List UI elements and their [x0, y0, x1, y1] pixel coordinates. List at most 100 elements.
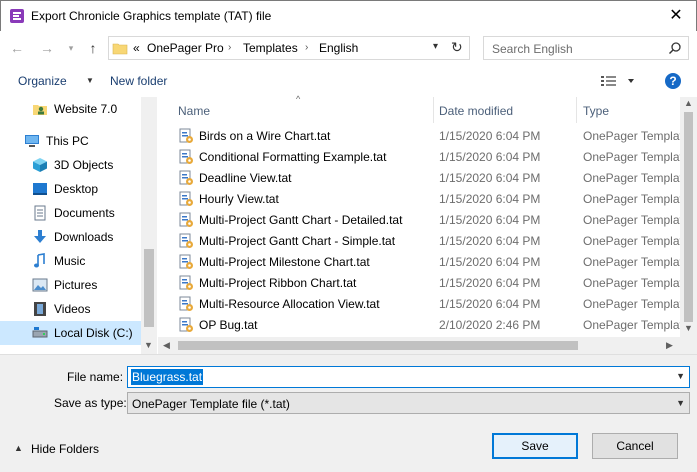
chevron-down-icon[interactable]: ▾ — [433, 41, 438, 52]
file-name: Multi-Project Ribbon Chart.tat — [199, 276, 357, 290]
file-name: Multi-Project Milestone Chart.tat — [199, 255, 370, 269]
refresh-icon[interactable]: ↻ — [451, 39, 463, 56]
close-icon[interactable]: ✕ — [666, 6, 686, 26]
file-name: Multi-Project Gantt Chart - Detailed.tat — [199, 213, 403, 227]
vertical-scrollbar[interactable]: ▲ ▼ — [680, 97, 697, 337]
file-date: 1/15/2020 6:04 PM — [439, 234, 541, 248]
scroll-up-icon[interactable]: ▲ — [684, 98, 693, 108]
breadcrumb-english[interactable]: English — [319, 41, 358, 55]
column-header-type[interactable]: Type — [577, 97, 680, 123]
save-button[interactable]: Save — [492, 433, 578, 459]
file-name: Conditional Formatting Example.tat — [199, 150, 387, 164]
file-type: OnePager Template — [583, 192, 680, 206]
file-date: 1/15/2020 6:04 PM — [439, 276, 541, 290]
save-type-select[interactable]: OnePager Template file (*.tat) ▼ — [127, 392, 690, 414]
cancel-button[interactable]: Cancel — [592, 433, 678, 459]
nav-item-this-pc[interactable]: This PC — [0, 129, 143, 153]
column-header-date[interactable]: Date modified — [434, 97, 576, 123]
file-row[interactable]: Deadline View.tat 1/15/2020 6:04 PM OnePag… — [158, 167, 680, 188]
horizontal-scrollbar[interactable]: ◀ ▶ — [158, 337, 680, 354]
nav-item-local-disk[interactable]: Local Disk (C:) — [0, 321, 143, 345]
chevron-down-icon[interactable]: ▼ — [86, 76, 94, 85]
scroll-down-icon[interactable]: ▼ — [684, 323, 693, 333]
file-date: 1/15/2020 6:04 PM — [439, 129, 541, 143]
window-title: Export Chronicle Graphics template (TAT)… — [31, 9, 272, 23]
save-type-label: Save as type: — [54, 396, 127, 410]
folder-icon — [112, 43, 128, 55]
search-input[interactable]: Search English — [492, 42, 573, 56]
film-icon — [34, 302, 46, 316]
file-row[interactable]: Hourly View.tat 1/15/2020 6:04 PM OnePager… — [158, 188, 680, 209]
documents-icon — [34, 205, 46, 221]
horizontal-scroll-thumb[interactable] — [178, 341, 578, 350]
nav-item-pictures[interactable]: Pictures — [0, 273, 143, 297]
file-row[interactable]: Multi-Project Ribbon Chart.tat 1/15/2020 … — [158, 272, 680, 293]
file-row[interactable]: Multi-Resource Allocation View.tat 1/15/2… — [158, 293, 680, 314]
breadcrumb-separator-icon[interactable]: › — [305, 42, 308, 53]
file-row[interactable]: Multi-Project Milestone Chart.tat 1/15/20… — [158, 251, 680, 272]
breadcrumb-separator-icon[interactable]: › — [228, 42, 231, 53]
file-type: OnePager Template — [583, 297, 680, 311]
command-bar: Organize ▼ New folder ? — [0, 65, 697, 97]
file-date: 1/15/2020 6:04 PM — [439, 213, 541, 227]
file-date: 1/15/2020 6:04 PM — [439, 297, 541, 311]
column-header-name[interactable]: Name — [158, 97, 433, 123]
file-date: 1/15/2020 6:04 PM — [439, 150, 541, 164]
back-arrow-icon[interactable]: ← — [8, 39, 26, 57]
chevron-down-icon[interactable]: ▼ — [676, 371, 685, 381]
forward-arrow-icon[interactable]: → — [38, 39, 56, 57]
file-row[interactable]: Conditional Formatting Example.tat 1/15/2… — [158, 146, 680, 167]
file-row[interactable]: Multi-Project Gantt Chart - Detailed.tat… — [158, 209, 680, 230]
nav-item-documents[interactable]: Documents — [0, 201, 143, 225]
tat-file-icon — [179, 233, 193, 248]
help-icon[interactable]: ? — [665, 73, 681, 89]
organize-button[interactable]: Organize — [18, 74, 67, 88]
pictures-icon — [32, 278, 48, 292]
nav-item-music[interactable]: Music — [0, 249, 143, 273]
file-name-field[interactable]: Bluegrass.tat ▼ — [127, 366, 690, 388]
nav-item-label: Desktop — [54, 182, 99, 196]
computer-icon — [25, 135, 39, 147]
title-bar: Export Chronicle Graphics template (TAT)… — [0, 0, 697, 31]
column-header-label: Date modified — [439, 104, 514, 118]
nav-item-website[interactable]: Website 7.0 — [0, 97, 143, 121]
file-date: 2/10/2020 2:46 PM — [439, 318, 541, 332]
vertical-scroll-thumb[interactable] — [684, 112, 693, 322]
up-arrow-icon[interactable]: ↑ — [84, 39, 102, 57]
scroll-down-icon[interactable]: ▼ — [144, 340, 153, 350]
chevron-down-icon[interactable]: ▼ — [676, 398, 685, 408]
scroll-left-icon[interactable]: ◀ — [163, 340, 170, 351]
scroll-right-icon[interactable]: ▶ — [666, 340, 673, 351]
collapse-chevron-icon: ▲ — [14, 443, 23, 453]
breadcrumb-templates[interactable]: Templates — [243, 41, 298, 55]
file-row[interactable]: Birds on a Wire Chart.tat 1/15/2020 6:04 … — [158, 125, 680, 146]
search-icon[interactable] — [668, 41, 682, 55]
breadcrumb-onepager-pro[interactable]: OnePager Pro — [147, 41, 224, 55]
file-type: OnePager Template — [583, 276, 680, 290]
nav-scrollbar[interactable]: ▼ — [141, 97, 157, 354]
nav-item-3d-objects[interactable]: 3D Objects — [0, 153, 143, 177]
nav-scroll-thumb[interactable] — [144, 249, 154, 327]
file-row[interactable]: OP Bug.tat 2/10/2020 2:46 PM OnePager Temp… — [158, 314, 680, 335]
tat-file-icon — [179, 128, 193, 143]
nav-item-desktop[interactable]: Desktop — [0, 177, 143, 201]
recent-locations-chevron-icon[interactable]: ▾ — [62, 39, 80, 57]
file-type: OnePager Template — [583, 129, 680, 143]
file-list: ^ Name Date modified Type Birds on a Wir… — [158, 94, 697, 354]
file-name-label: File name: — [67, 370, 124, 384]
file-row[interactable]: Multi-Project Gantt Chart - Simple.tat 1/… — [158, 230, 680, 251]
new-folder-button[interactable]: New folder — [110, 74, 167, 88]
address-overflow[interactable]: « — [133, 41, 140, 55]
navigation-bar: ← → ▾ ↑ « OnePager Pro › Templates › Eng… — [0, 31, 697, 65]
file-date: 1/15/2020 6:04 PM — [439, 255, 541, 269]
nav-item-videos[interactable]: Videos — [0, 297, 143, 321]
cube-icon — [33, 158, 47, 172]
file-name-value[interactable]: Bluegrass.tat — [131, 369, 204, 385]
tat-file-icon — [179, 191, 193, 206]
file-type: OnePager Template — [583, 171, 680, 185]
search-box[interactable]: Search English — [483, 36, 689, 60]
view-options-icon[interactable] — [600, 74, 636, 88]
nav-item-downloads[interactable]: Downloads — [0, 225, 143, 249]
file-name: Birds on a Wire Chart.tat — [199, 129, 331, 143]
address-bar[interactable]: « OnePager Pro › Templates › English ▾ ↻ — [108, 36, 470, 60]
